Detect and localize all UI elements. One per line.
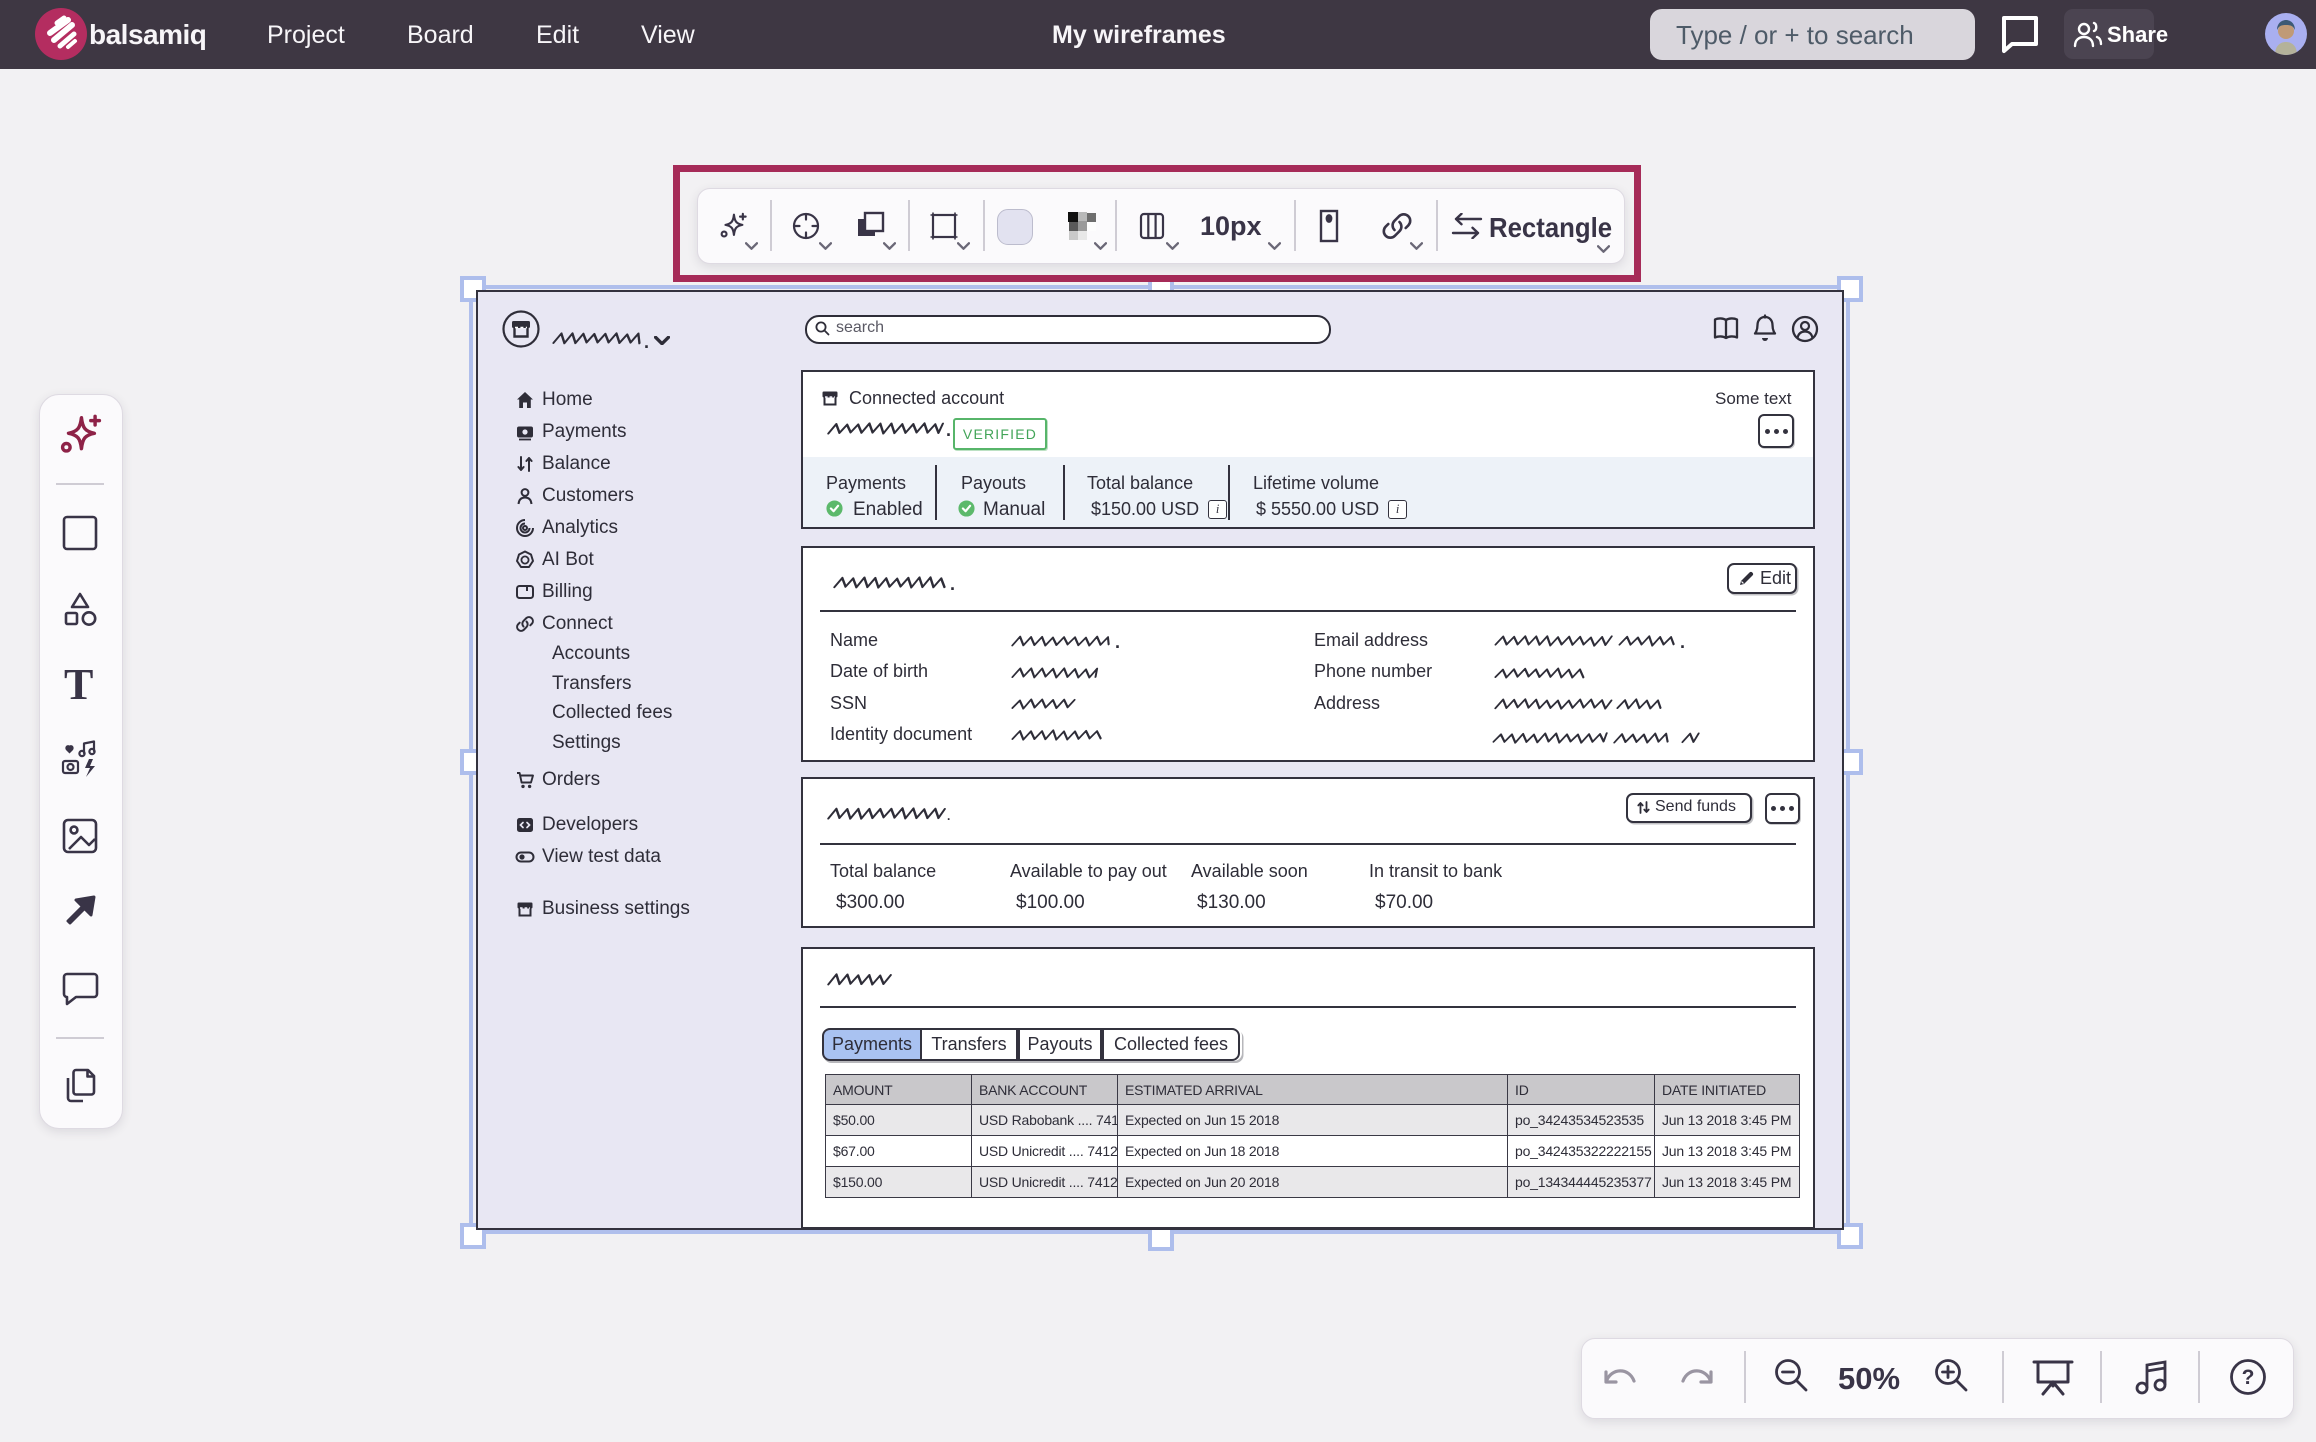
svg-text:?: ? <box>2242 1366 2255 1389</box>
